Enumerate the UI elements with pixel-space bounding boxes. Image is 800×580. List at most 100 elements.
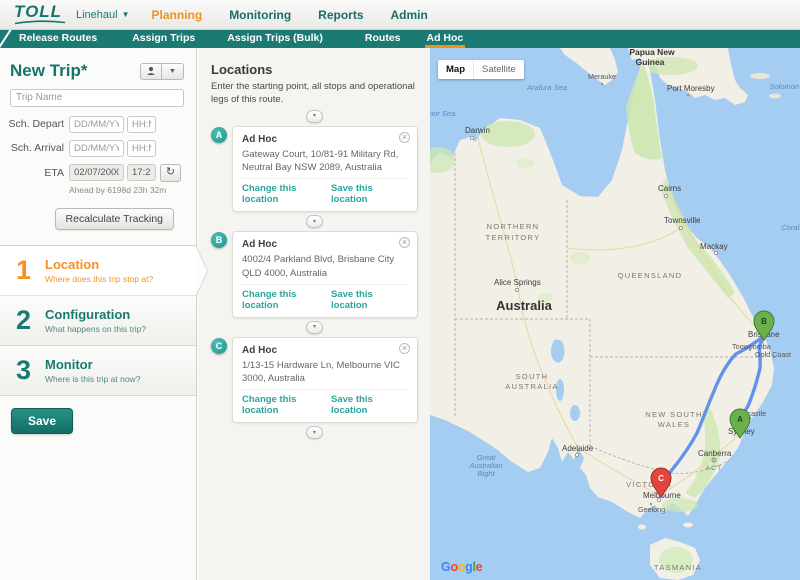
map-canvas[interactable]: Arafura Sea Timor Sea Solomon Sea Coral … [430,48,800,580]
sub-nav: Release Routes Assign Trips Assign Trips… [0,30,800,48]
svg-text:B: B [761,317,767,326]
caret-down-icon: ▾ [313,324,316,330]
map-label: TASMANIA [654,563,702,572]
google-logo: Google [441,560,482,574]
location-address: 4002/4 Parkland Blvd, Brisbane City QLD … [242,253,408,281]
recalculate-tracking-button[interactable]: Recalculate Tracking [55,208,174,230]
driver-dropdown-button[interactable]: ▼ [162,63,184,80]
depart-label: Sch. Depart [0,118,64,130]
depart-time-input[interactable] [127,116,156,133]
location-name: Ad Hoc [242,239,408,250]
close-icon[interactable]: × [399,237,410,248]
map-label: Bight [477,469,495,478]
wizard-steps: 1 Location Where does this trip stop at?… [0,245,196,396]
location-card: × Ad Hoc 1/13-15 Hardware Ln, Melbourne … [232,337,418,424]
step-title: Location [45,257,153,272]
change-location-link[interactable]: Change this location [242,394,331,416]
map-label: Geelong [638,505,665,514]
depart-date-input[interactable] [69,116,124,133]
change-location-link[interactable]: Change this location [242,183,331,205]
close-icon[interactable]: × [399,343,410,354]
map-label: SOUTH [516,372,549,381]
save-button[interactable]: Save [11,408,73,434]
stop-row-a: A × Ad Hoc Gateway Court, 10/81-91 Milit… [211,126,418,213]
insert-stop-button[interactable]: ▾ [306,321,323,334]
map-label: AUSTRALIA [505,382,558,391]
map-label: Timor Sea [430,109,455,118]
user-icon [146,66,156,76]
stop-row-c: C × Ad Hoc 1/13-15 Hardware Ln, Melbourn… [211,337,418,424]
eta-date-value [69,164,124,181]
toll-logo: TOLL [14,5,66,25]
locations-title: Locations [211,62,418,77]
insert-stop-button[interactable]: ▾ [306,215,323,228]
location-card: × Ad Hoc 4002/4 Parkland Blvd, Brisbane … [232,231,418,318]
map-label: Townsville [664,216,701,225]
eta-time-value [127,164,156,181]
locations-panel: Locations Enter the starting point, all … [198,48,430,580]
location-card: × Ad Hoc Gateway Court, 10/81-91 Militar… [232,126,418,213]
satellite-button[interactable]: Satellite [473,60,524,79]
menu-item-reports[interactable]: Reports [318,8,363,22]
stop-marker-badge: C [211,338,227,354]
insert-stop-button[interactable]: ▾ [306,426,323,439]
menu-item-monitoring[interactable]: Monitoring [229,8,291,22]
tab-ad-hoc[interactable]: Ad Hoc [425,30,466,48]
caret-down-icon: ▾ [313,113,316,119]
arrival-date-input[interactable] [69,140,124,157]
map-label: TERRITORY [486,233,541,242]
caret-down-icon: ▾ [313,430,316,436]
map-label: Canberra [698,449,732,458]
map-label: Port Moresby [667,84,715,93]
svg-text:A: A [737,415,743,424]
map-label: NEW SOUTH [645,410,703,419]
map-label: Coral Sea [781,223,800,232]
map-label: Alice Springs [494,278,541,287]
caret-down-icon: ▾ [313,219,316,225]
map-label: Australia [496,298,552,313]
save-location-link[interactable]: Save this location [331,394,408,416]
menu-item-planning[interactable]: Planning [152,8,203,22]
arrival-label: Sch. Arrival [0,142,64,154]
chevron-down-icon: ▼ [122,10,130,19]
map-button[interactable]: Map [438,60,473,79]
map-type-control: Map Satellite [438,60,524,79]
save-location-link[interactable]: Save this location [331,183,408,205]
new-trip-panel: New Trip* ▼ Sch. Depart Sch. Arrival [0,48,197,580]
eta-label: ETA [0,167,64,179]
map-label: NORTHERN [487,222,540,231]
step-title: Monitor [45,357,140,372]
driver-split-button: ▼ [140,63,184,80]
change-location-link[interactable]: Change this location [242,289,331,311]
step-subtitle: Where does this trip stop at? [45,274,153,284]
map-label: Gold Coast [755,350,791,359]
stop-marker-badge: A [211,127,227,143]
arrival-time-input[interactable] [127,140,156,157]
map-label: Merauke [588,72,616,81]
logo-swoosh-icon [14,19,66,25]
refresh-eta-button[interactable]: ↻ [160,164,181,182]
tab-release-routes[interactable]: Release Routes [17,30,99,48]
svg-text:C: C [658,474,664,483]
step-monitor[interactable]: 3 Monitor Where is this trip at now? [0,346,196,396]
app-selector-dropdown[interactable]: Linehaul ▼ [76,9,130,21]
map-label: WALES [658,420,690,429]
tab-assign-trips-bulk[interactable]: Assign Trips (Bulk) [225,30,325,48]
step-location[interactable]: 1 Location Where does this trip stop at? [0,246,196,296]
map-label: Papua New [629,48,675,57]
map-label: Darwin [465,126,490,135]
step-configuration[interactable]: 2 Configuration What happens on this tri… [0,296,196,346]
menu-item-admin[interactable]: Admin [391,8,428,22]
save-location-link[interactable]: Save this location [331,289,408,311]
tab-assign-trips[interactable]: Assign Trips [130,30,197,48]
map-label: ACT [706,465,723,472]
location-address: 1/13-15 Hardware Ln, Melbourne VIC 3000,… [242,359,408,387]
trip-name-input[interactable] [10,89,184,107]
close-icon[interactable]: × [399,132,410,143]
tab-routes[interactable]: Routes [363,30,403,48]
stop-row-b: B × Ad Hoc 4002/4 Parkland Blvd, Brisban… [211,231,418,318]
page-title: New Trip* [10,61,87,81]
insert-stop-button[interactable]: ▾ [306,110,323,123]
user-icon-button[interactable] [140,63,162,80]
map-label: Guinea [636,57,665,67]
